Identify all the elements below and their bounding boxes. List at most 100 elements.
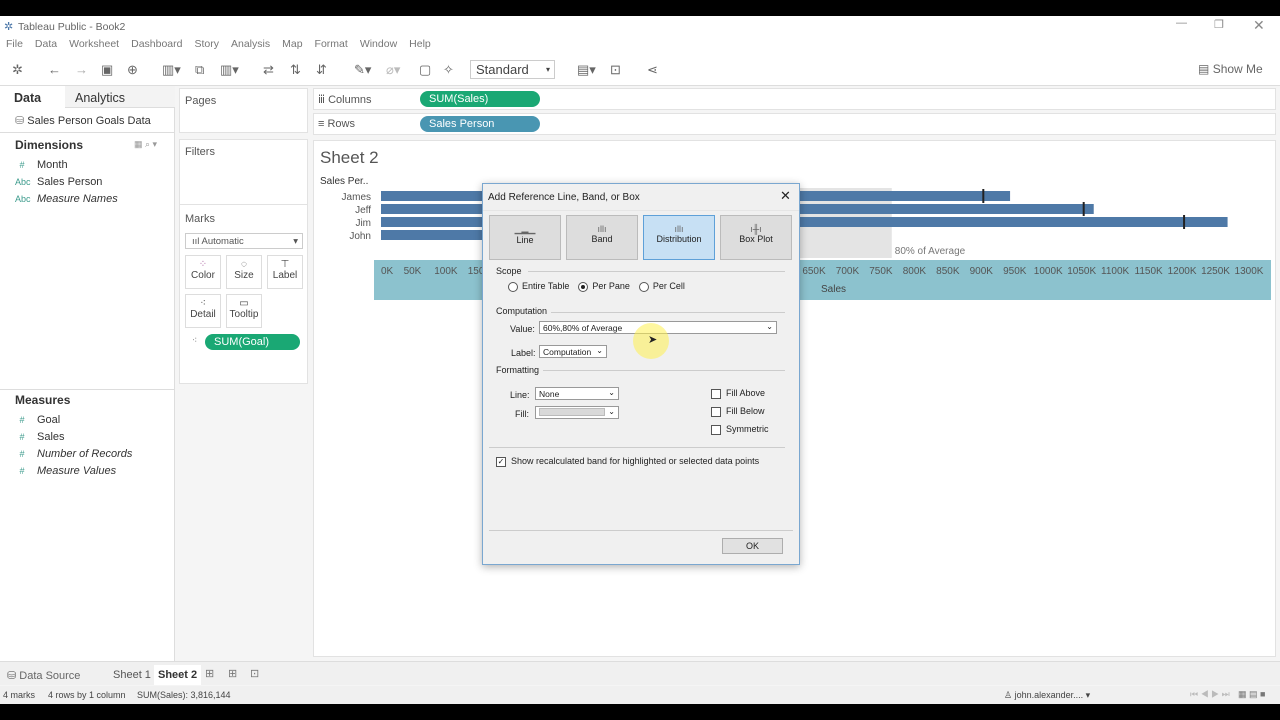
minimize-button[interactable]: — — [1176, 17, 1187, 29]
share-icon[interactable]: ⋖ — [647, 62, 658, 78]
menu-story[interactable]: Story — [194, 38, 219, 54]
sales-pill[interactable]: SUM(Sales) — [420, 91, 540, 107]
dimensions-header: Dimensions — [15, 138, 84, 152]
color-button[interactable]: ⁘ Color — [185, 255, 221, 289]
recalc-checkbox[interactable]: ✓ Show recalculated band for highlighted … — [496, 456, 759, 467]
scope-radio[interactable]: Per Pane — [578, 281, 630, 292]
scope-radio[interactable]: Per Cell — [638, 281, 685, 292]
dimension-field[interactable]: # Month — [15, 156, 118, 173]
new-worksheet-icon[interactable]: ▥▾ — [162, 62, 181, 78]
label-dropdown[interactable]: Computation ⌄ — [539, 345, 607, 358]
mark-type-dropdown[interactable]: ııl Automatic ▾ — [185, 233, 303, 249]
format-checkbox[interactable]: Fill Above — [711, 388, 769, 406]
format-checkbox[interactable]: Symmetric — [711, 424, 769, 442]
sort-descending-icon[interactable]: ⇵ — [316, 62, 327, 78]
new-worksheet-icon[interactable]: ⊞ — [205, 667, 214, 680]
detail-button[interactable]: ⁖ Detail — [185, 294, 221, 328]
fit-dropdown[interactable]: Standard ▾ — [470, 60, 555, 79]
group-icon[interactable]: ⌀▾ — [386, 62, 400, 78]
measure-field[interactable]: # Sales — [15, 428, 132, 445]
rows-shelf[interactable]: ≡ Rows Sales Person — [313, 113, 1276, 135]
size-button[interactable]: ◌ Size — [226, 255, 262, 289]
scope-option-label: Per Cell — [652, 281, 685, 291]
columns-shelf[interactable]: ⅲ Columns SUM(Sales) — [313, 88, 1276, 110]
x-tick-label: 100K — [434, 266, 458, 277]
menu-map[interactable]: Map — [282, 38, 302, 54]
tab-sheet-1[interactable]: Sheet 1 — [113, 669, 151, 681]
menu-window[interactable]: Window — [360, 38, 397, 54]
divider — [0, 132, 175, 133]
menu-analysis[interactable]: Analysis — [231, 38, 270, 54]
highlight-icon[interactable]: ✎▾ — [354, 62, 371, 78]
show-cards-icon[interactable]: ▤▾ — [577, 62, 596, 78]
field-label: Sales Person — [37, 175, 103, 188]
close-window-button[interactable]: ✕ — [1253, 17, 1265, 34]
goal-marker — [1183, 215, 1186, 229]
x-tick-label: 1200K — [1168, 266, 1197, 277]
measure-field[interactable]: # Measure Values — [15, 462, 132, 479]
user-name: john.alexander.... — [1014, 690, 1084, 700]
datasource-item[interactable]: ⛁ Sales Person Goals Data — [15, 114, 151, 127]
label-value: Computation — [543, 347, 592, 357]
new-story-icon[interactable]: ⊡ — [250, 667, 259, 680]
user-icon: ♙ — [1004, 690, 1013, 700]
show-labels-icon[interactable]: ▢ — [419, 62, 431, 78]
label-button[interactable]: ⊤ Label — [267, 255, 303, 289]
close-icon[interactable]: ✕ — [780, 188, 791, 204]
pin-icon[interactable]: ✧ — [443, 62, 454, 78]
dimension-field[interactable]: Abc Measure Names — [15, 190, 118, 207]
tab-sheet-2[interactable]: Sheet 2 — [154, 665, 202, 685]
string-type-icon: Abc — [15, 176, 31, 187]
window-title: Tableau Public - Book2 — [18, 21, 126, 33]
dimension-field[interactable]: Abc Sales Person — [15, 173, 118, 190]
clear-sheet-icon[interactable]: ▥▾ — [220, 62, 239, 78]
new-datasource-icon[interactable]: ⊕ — [127, 62, 138, 78]
type-line-button[interactable]: ▁▂▁ Line — [489, 215, 561, 260]
show-me-button[interactable]: ▤ Show Me — [1198, 62, 1263, 76]
pages-card[interactable]: Pages — [179, 88, 308, 133]
x-tick-label: 650K — [802, 266, 826, 277]
tab-analytics[interactable]: Analytics — [65, 86, 175, 108]
user-menu[interactable]: ♙ john.alexander.... ▾ — [1004, 690, 1090, 701]
sheet-nav-icons[interactable]: ⏮ ◀ ▶ ⏭ — [1190, 689, 1230, 700]
scope-radio[interactable]: Entire Table — [508, 281, 569, 292]
tableau-icon[interactable]: ✲ — [12, 62, 23, 78]
field-label: Number of Records — [37, 447, 133, 460]
restore-button[interactable]: ❐ — [1214, 18, 1224, 31]
fill-dropdown[interactable]: ⌄ — [535, 406, 619, 419]
menu-dashboard[interactable]: Dashboard — [131, 38, 182, 54]
tooltip-button[interactable]: ▭ Tooltip — [226, 294, 262, 328]
number-type-icon: # — [19, 159, 25, 170]
measure-field[interactable]: # Goal — [15, 411, 132, 428]
menu-format[interactable]: Format — [315, 38, 348, 54]
duplicate-icon[interactable]: ⧉ — [195, 62, 204, 78]
presentation-icon[interactable]: ⊡ — [610, 62, 621, 78]
undo-icon[interactable]: ← — [48, 62, 61, 77]
type-distribution-button[interactable]: ıllı Distribution — [643, 215, 715, 260]
measure-field[interactable]: # Number of Records — [15, 445, 132, 462]
label-label: Label: — [511, 348, 536, 358]
menu-file[interactable]: File — [6, 38, 23, 54]
menu-data[interactable]: Data — [35, 38, 57, 54]
line-dropdown[interactable]: None ⌄ — [535, 387, 619, 400]
new-dashboard-icon[interactable]: ⊞ — [228, 667, 237, 680]
view-mode-icons[interactable]: ▦ ▤ ■ — [1238, 689, 1265, 700]
filters-card[interactable]: Filters — [179, 139, 308, 214]
menu-worksheet[interactable]: Worksheet — [69, 38, 119, 54]
menu-bar: File Data Worksheet Dashboard Story Analysis M… — [0, 38, 1280, 54]
redo-icon[interactable]: → — [75, 62, 88, 77]
goal-pill[interactable]: SUM(Goal) — [205, 334, 300, 350]
save-icon[interactable]: ▣ — [101, 62, 113, 78]
swap-icon[interactable]: ⇄ — [263, 62, 274, 78]
sales-person-pill[interactable]: Sales Person — [420, 116, 540, 132]
type-box-plot-button[interactable]: ı╫ı Box Plot — [720, 215, 792, 260]
type-band-button[interactable]: ıllı Band — [566, 215, 638, 260]
tab-data[interactable]: Data — [14, 91, 41, 105]
sort-ascending-icon[interactable]: ⇅ — [290, 62, 301, 78]
menu-help[interactable]: Help — [409, 38, 431, 54]
string-type-icon: Abc — [15, 193, 31, 204]
format-checkbox[interactable]: Fill Below — [711, 406, 769, 424]
ok-button[interactable]: OK — [722, 538, 783, 554]
dimension-tools-icon[interactable]: ▦ ⌕ ▾ — [134, 139, 157, 150]
tab-data-source[interactable]: ⛁ Data Source — [7, 669, 80, 682]
